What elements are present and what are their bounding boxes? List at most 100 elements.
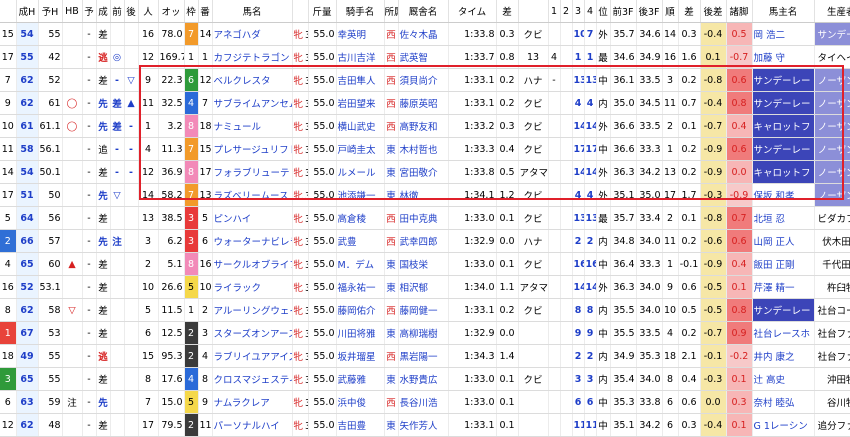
table-row[interactable]: 126248-差1779.5211パーソナルハイ牝355.0吉田豊東矢作芳人1:… xyxy=(0,413,850,437)
cell-name[interactable]: ナムラクレア xyxy=(212,390,293,414)
cell-trainer[interactable]: 佐々木晶 xyxy=(398,22,449,46)
cell-trainer[interactable]: 高柳瑞樹 xyxy=(398,321,449,345)
cell-owner[interactable]: サンデーレー xyxy=(752,137,815,161)
header-cell[interactable]: 1 xyxy=(548,0,561,23)
header-cell[interactable] xyxy=(0,0,17,23)
cell-jockey[interactable]: 池添謙一 xyxy=(336,183,385,207)
header-cell[interactable]: 4 xyxy=(584,0,597,23)
cell-name[interactable]: ラブリイユアアイズ xyxy=(212,344,293,368)
cell-name[interactable]: アルーリングウェイ xyxy=(212,298,293,322)
cell-jockey[interactable]: 坂井瑠星 xyxy=(336,344,385,368)
cell-jockey[interactable]: 岩田望来 xyxy=(336,91,385,115)
header-cell[interactable]: 後差 xyxy=(700,0,727,23)
cell-owner[interactable]: 芹澤 精一 xyxy=(752,275,815,299)
header-cell[interactable]: 後3F xyxy=(636,0,663,23)
header-cell[interactable]: 厩舎名 xyxy=(398,0,449,23)
cell-owner[interactable]: 加藤 守 xyxy=(752,45,815,69)
cell-owner[interactable]: キャロットフ xyxy=(752,114,815,138)
header-cell[interactable] xyxy=(292,0,309,23)
cell-trainer[interactable]: 水野貴広 xyxy=(398,367,449,391)
table-row[interactable]: 165253.1-差1026.6510ライラック牝355.0福永祐一東相沢郁1:… xyxy=(0,275,850,299)
header-cell[interactable]: 馬主名 xyxy=(752,0,815,23)
cell-jockey[interactable]: 武豊 xyxy=(336,229,385,253)
cell-owner[interactable]: 辻 高史 xyxy=(752,367,815,391)
header-cell[interactable]: 前3F xyxy=(610,0,637,23)
table-row[interactable]: 76252-差-▽922.3612ベルクレスタ牝355.0吉田隼人西須貝尚介1:… xyxy=(0,68,850,92)
cell-trainer[interactable]: 林徹 xyxy=(398,183,449,207)
cell-jockey[interactable]: 川田将雅 xyxy=(336,321,385,345)
header-cell[interactable]: 人 xyxy=(138,0,159,23)
cell-jockey[interactable]: 藤岡佑介 xyxy=(336,298,385,322)
cell-owner[interactable]: 山岡 正人 xyxy=(752,229,815,253)
header-cell[interactable]: オッ xyxy=(158,0,185,23)
cell-trainer[interactable]: 黒岩陽一 xyxy=(398,344,449,368)
table-row[interactable]: 106161.1◯-先差-13.2818ナミュール牝355.0横山武史西高野友和… xyxy=(0,114,850,138)
cell-trainer[interactable]: 田中克典 xyxy=(398,206,449,230)
cell-name[interactable]: ナミュール xyxy=(212,114,293,138)
header-cell[interactable] xyxy=(518,0,549,23)
header-cell[interactable]: 予H xyxy=(38,0,63,23)
header-cell[interactable]: 騎手名 xyxy=(336,0,385,23)
cell-name[interactable]: ベルクレスタ xyxy=(212,68,293,92)
header-cell[interactable]: 順 xyxy=(662,0,679,23)
header-cell[interactable]: 予 xyxy=(82,0,97,23)
cell-trainer[interactable]: 相沢郁 xyxy=(398,275,449,299)
header-cell[interactable]: 諸脚 xyxy=(726,0,753,23)
header-cell[interactable]: 成H xyxy=(16,0,39,23)
cell-jockey[interactable]: 幸英明 xyxy=(336,22,385,46)
header-cell[interactable]: HB xyxy=(62,0,83,23)
header-cell[interactable]: 後 xyxy=(124,0,139,23)
cell-trainer[interactable]: 矢作芳人 xyxy=(398,413,449,437)
table-row[interactable]: 155455-差1678.0714アネゴハダ牝355.0幸英明西佐々木晶1:33… xyxy=(0,22,850,46)
cell-name[interactable]: スターズオンアース xyxy=(212,321,293,345)
header-cell[interactable]: 差 xyxy=(496,0,519,23)
cell-trainer[interactable]: 藤原英昭 xyxy=(398,91,449,115)
table-row[interactable]: 46560▲-差25.1816サークルオブライフ牝355.0M．デム東国枝栄1:… xyxy=(0,252,850,276)
cell-owner[interactable]: 飯田 正剛 xyxy=(752,252,815,276)
table-row[interactable]: 115856.1-追--411.3715プレサージュリフト牝355.0戸崎圭太東… xyxy=(0,137,850,161)
table-row[interactable]: 145450.1-差--1236.9817フォラブリューテ牝355.0ルメール東… xyxy=(0,160,850,184)
cell-trainer[interactable]: 武英智 xyxy=(398,45,449,69)
cell-name[interactable]: ウォーターナビレラ xyxy=(212,229,293,253)
cell-jockey[interactable]: 吉田豊 xyxy=(336,413,385,437)
cell-jockey[interactable]: 吉田隼人 xyxy=(336,68,385,92)
cell-jockey[interactable]: ルメール xyxy=(336,160,385,184)
cell-owner[interactable]: G 1レーシン xyxy=(752,413,815,437)
cell-name[interactable]: アネゴハダ xyxy=(212,22,293,46)
header-cell[interactable]: 生産者名 xyxy=(814,0,850,23)
table-row[interactable]: 26657-先注36.236ウォーターナビレラ牝355.0武豊西武幸四郎1:32… xyxy=(0,229,850,253)
cell-trainer[interactable]: 長谷川浩 xyxy=(398,390,449,414)
header-cell[interactable]: 位 xyxy=(596,0,611,23)
cell-owner[interactable]: 岡 浩二 xyxy=(752,22,815,46)
table-row[interactable]: 17 51 50 -先 ▽ 14 58.2 7 13ラズベリームース牝3 55.0池添謙一東林徹 1… xyxy=(0,183,850,207)
header-cell[interactable]: タイム xyxy=(448,0,497,23)
table-row[interactable]: 175542-逃◎12169.711カフジテトラゴン牝355.0古川吉洋西武英智… xyxy=(0,45,850,69)
header-cell[interactable]: 差 xyxy=(678,0,701,23)
cell-trainer[interactable]: 武幸四郎 xyxy=(398,229,449,253)
cell-jockey[interactable]: M．デム xyxy=(336,252,385,276)
cell-jockey[interactable]: 高倉稜 xyxy=(336,206,385,230)
header-cell[interactable]: 2 xyxy=(560,0,573,23)
cell-trainer[interactable]: 藤岡健一 xyxy=(398,298,449,322)
cell-owner[interactable]: 井内 康之 xyxy=(752,344,815,368)
header-cell[interactable]: 馬名 xyxy=(212,0,293,23)
cell-trainer[interactable]: 宮田敬介 xyxy=(398,160,449,184)
cell-trainer[interactable]: 須貝尚介 xyxy=(398,68,449,92)
cell-jockey[interactable]: 横山武史 xyxy=(336,114,385,138)
cell-owner[interactable]: 北垣 忍 xyxy=(752,206,815,230)
header-cell[interactable]: 斤量 xyxy=(308,0,337,23)
cell-name[interactable]: サークルオブライフ xyxy=(212,252,293,276)
cell-owner[interactable]: サンデーレー xyxy=(752,68,815,92)
cell-jockey[interactable]: 古川吉洋 xyxy=(336,45,385,69)
cell-name[interactable]: ピンハイ xyxy=(212,206,293,230)
table-row[interactable]: 56456-差1338.535ピンハイ牝355.0高倉稜西田中克典1:33.00… xyxy=(0,206,850,230)
cell-name[interactable]: カフジテトラゴン xyxy=(212,45,293,69)
cell-owner[interactable]: 保坂 和孝 xyxy=(752,183,815,207)
cell-owner[interactable]: 社台レースホ xyxy=(752,321,815,345)
cell-name[interactable]: ラズベリームース xyxy=(212,183,293,207)
cell-jockey[interactable]: 福永祐一 xyxy=(336,275,385,299)
cell-trainer[interactable]: 国枝栄 xyxy=(398,252,449,276)
cell-trainer[interactable]: 木村哲也 xyxy=(398,137,449,161)
cell-trainer[interactable]: 高野友和 xyxy=(398,114,449,138)
cell-name[interactable]: ライラック xyxy=(212,275,293,299)
